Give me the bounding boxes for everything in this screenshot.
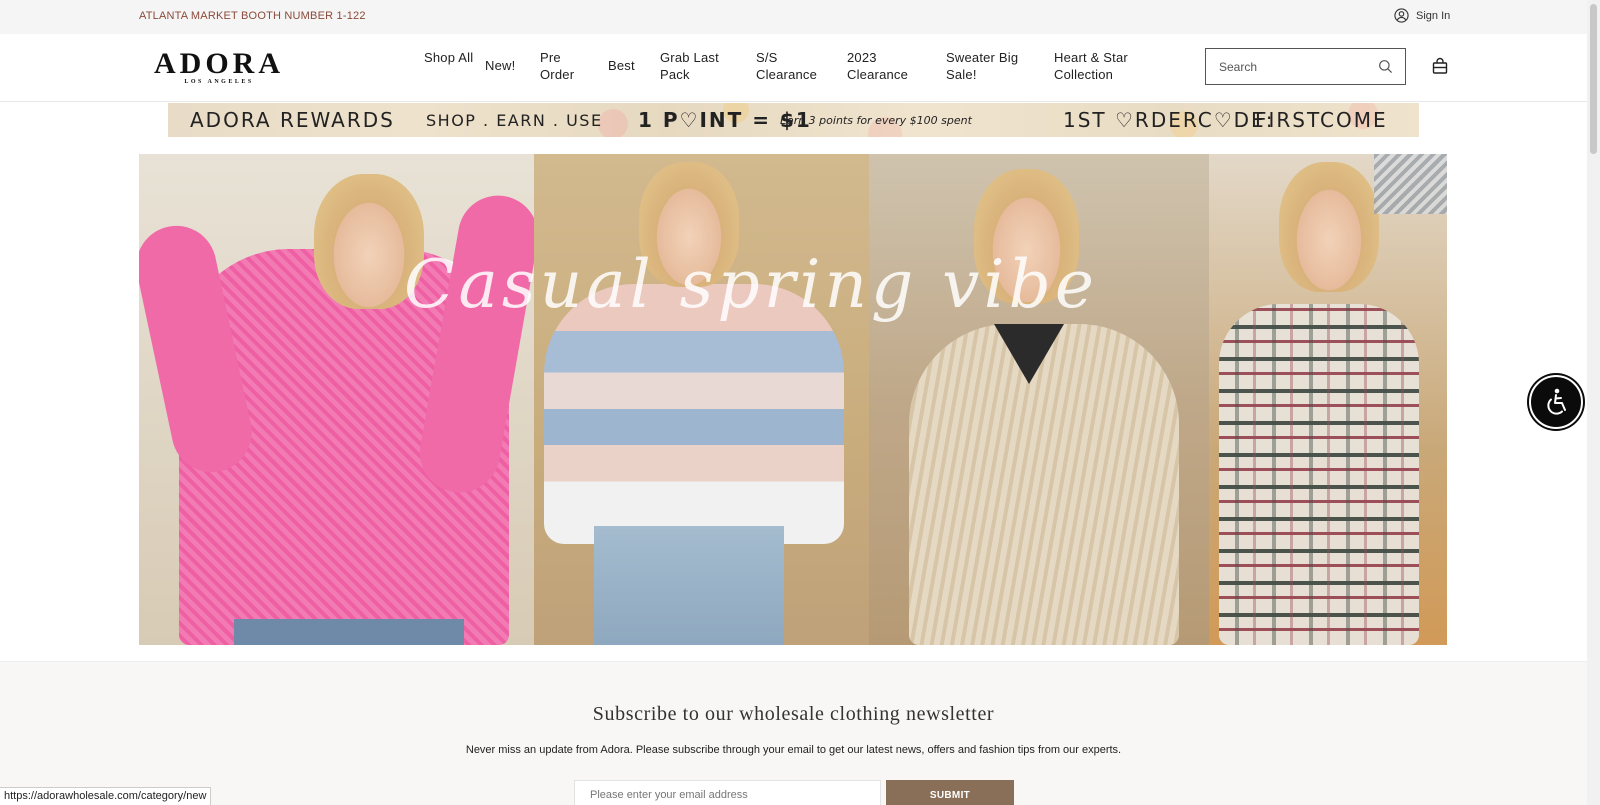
sign-in-label: Sign In — [1416, 9, 1451, 22]
logo-name: ADORA — [154, 47, 284, 80]
newsletter-submit-button[interactable]: SUBMIT — [886, 780, 1014, 805]
site-header: ADORA LOS ANGELES Shop All New! Pre Orde… — [0, 34, 1587, 102]
newsletter-section: Subscribe to our wholesale clothing news… — [0, 661, 1587, 805]
rewards-title: ADORA REWARDS — [190, 108, 395, 132]
search-box — [1205, 48, 1406, 85]
search-icon[interactable] — [1378, 59, 1393, 74]
newsletter-description: Never miss an update from Adora. Please … — [465, 744, 1122, 756]
nav-grab-last-pack[interactable]: Grab Last Pack — [660, 49, 735, 83]
nav-sweater-big-sale[interactable]: Sweater Big Sale! — [946, 49, 1036, 83]
rewards-code: FIRSTCOME — [1255, 108, 1388, 132]
newsletter-email-input[interactable] — [574, 780, 881, 805]
user-icon — [1394, 8, 1409, 23]
nav-heart-star-collection[interactable]: Heart & Star Collection — [1054, 49, 1154, 83]
newsletter-title: Subscribe to our wholesale clothing news… — [592, 703, 995, 725]
status-bar-url: https://adorawholesale.com/category/new — [0, 787, 212, 805]
page: ATLANTA MARKET BOOTH NUMBER 1-122 Sign I… — [0, 0, 1600, 805]
nav-shop-all[interactable]: Shop All — [424, 49, 474, 66]
search-input[interactable] — [1219, 58, 1369, 76]
rewards-steps: SHOP . EARN . USE — [426, 111, 603, 130]
accessibility-widget-button[interactable] — [1529, 375, 1583, 429]
nav-best[interactable]: Best — [608, 57, 648, 74]
scrollbar-thumb[interactable] — [1590, 4, 1597, 154]
nav-ss-clearance[interactable]: S/S Clearance — [756, 49, 831, 83]
nav-new[interactable]: New! — [485, 57, 525, 74]
hero-panel-vneck-sweater — [869, 154, 1214, 645]
accessibility-icon — [1547, 388, 1566, 415]
shopping-bag-icon[interactable] — [1431, 57, 1449, 75]
announcement-bar: ATLANTA MARKET BOOTH NUMBER 1-122 Sign I… — [0, 0, 1587, 34]
rewards-code-label: 1ST ♡RDERC♡DE: — [1063, 108, 1275, 132]
nav-pre-order[interactable]: Pre Order — [540, 49, 590, 83]
hero-script-text: Casual spring vibe — [404, 246, 1098, 323]
hero-panel-plaid-top — [1209, 154, 1447, 645]
rewards-banner[interactable]: ADORA REWARDS SHOP . EARN . USE 1 P♡INT … — [168, 103, 1419, 137]
hero-banner[interactable]: Casual spring vibe — [139, 154, 1447, 645]
hero-panel-pink-sweater — [139, 154, 545, 645]
rewards-earn-text: Earn 3 points for every $100 spent — [780, 114, 972, 127]
adora-logo[interactable]: ADORA LOS ANGELES — [144, 47, 294, 86]
nav-2023-clearance[interactable]: 2023 Clearance — [847, 49, 922, 83]
announcement-text: ATLANTA MARKET BOOTH NUMBER 1-122 — [139, 10, 366, 22]
hero-panel-striped-sweater — [534, 154, 874, 645]
sign-in-link[interactable]: Sign In — [1394, 8, 1450, 23]
page-scrollbar[interactable] — [1587, 0, 1600, 805]
